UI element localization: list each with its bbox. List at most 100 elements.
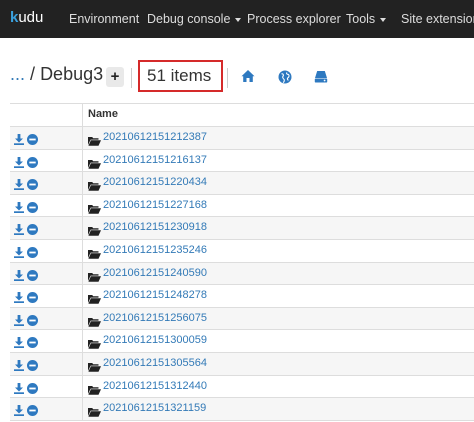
table-row: 20210612151212387 bbox=[10, 127, 474, 150]
column-divider bbox=[82, 149, 83, 173]
top-navbar: kudu Environment Debug console Process e… bbox=[0, 0, 474, 38]
download-icon[interactable] bbox=[14, 222, 24, 240]
column-divider bbox=[82, 398, 83, 421]
folder-open-icon bbox=[88, 156, 101, 174]
toolbar-divider bbox=[227, 68, 228, 88]
column-divider bbox=[82, 330, 83, 353]
remove-icon[interactable] bbox=[27, 177, 38, 195]
folder-name-link[interactable]: 20210612151300059 bbox=[103, 334, 207, 346]
download-icon[interactable] bbox=[14, 313, 24, 331]
table-row: 20210612151256075 bbox=[10, 307, 474, 331]
nav-site-extensions[interactable]: Site extensions bbox=[401, 0, 474, 38]
column-divider bbox=[82, 375, 83, 399]
home-icon[interactable] bbox=[241, 69, 255, 88]
table-row: 20210612151220434 bbox=[10, 172, 474, 195]
nav-debug-console[interactable]: Debug console bbox=[147, 0, 242, 38]
file-rows: 20210612151212387 20210612151216137 202106… bbox=[10, 127, 474, 421]
table-row: 20210612151321159 bbox=[10, 398, 474, 421]
folder-open-icon bbox=[88, 246, 101, 264]
folder-name-link[interactable]: 20210612151212387 bbox=[103, 131, 207, 143]
table-row: 20210612151227168 bbox=[10, 194, 474, 219]
folder-name-link[interactable]: 20210612151227168 bbox=[103, 199, 207, 211]
folder-open-icon bbox=[88, 133, 101, 151]
table-row: 20210612151216137 bbox=[10, 149, 474, 174]
table-row: 20210612151248278 bbox=[10, 285, 474, 308]
table-row: 20210612151300059 bbox=[10, 330, 474, 353]
kudu-logo[interactable]: kudu bbox=[10, 9, 43, 26]
download-icon[interactable] bbox=[14, 335, 24, 353]
globe-icon[interactable] bbox=[278, 70, 292, 89]
column-divider bbox=[82, 352, 83, 376]
table-row: 20210612151230918 bbox=[10, 217, 474, 240]
table-header: Name bbox=[10, 103, 474, 128]
item-count: 51 items bbox=[147, 66, 212, 85]
folder-name-link[interactable]: 20210612151240590 bbox=[103, 267, 207, 279]
table-row: 20210612151305564 bbox=[10, 352, 474, 377]
remove-icon[interactable] bbox=[27, 245, 38, 263]
column-divider bbox=[82, 262, 83, 286]
folder-name-link[interactable]: 20210612151305564 bbox=[103, 357, 207, 369]
download-icon[interactable] bbox=[14, 132, 24, 150]
remove-icon[interactable] bbox=[27, 268, 38, 286]
folder-open-icon bbox=[88, 201, 101, 219]
remove-icon[interactable] bbox=[27, 335, 38, 353]
remove-icon[interactable] bbox=[27, 381, 38, 399]
remove-icon[interactable] bbox=[27, 403, 38, 421]
download-icon[interactable] bbox=[14, 155, 24, 173]
remove-icon[interactable] bbox=[27, 290, 38, 308]
folder-open-icon bbox=[88, 291, 101, 309]
remove-icon[interactable] bbox=[27, 358, 38, 376]
column-divider bbox=[82, 127, 83, 150]
remove-icon[interactable] bbox=[27, 222, 38, 240]
nav-environment[interactable]: Environment bbox=[69, 0, 139, 38]
name-column-header[interactable]: Name bbox=[88, 108, 118, 120]
download-icon[interactable] bbox=[14, 177, 24, 195]
download-icon[interactable] bbox=[14, 200, 24, 218]
column-divider bbox=[82, 285, 83, 308]
folder-open-icon bbox=[88, 178, 101, 196]
folder-open-icon bbox=[88, 223, 101, 241]
download-icon[interactable] bbox=[14, 290, 24, 308]
folder-name-link[interactable]: 20210612151312440 bbox=[103, 380, 207, 392]
new-item-button[interactable]: + bbox=[106, 67, 124, 87]
remove-icon[interactable] bbox=[27, 132, 38, 150]
download-icon[interactable] bbox=[14, 403, 24, 421]
column-divider bbox=[82, 104, 83, 126]
table-row: 20210612151240590 bbox=[10, 262, 474, 287]
table-row: 20210612151312440 bbox=[10, 375, 474, 400]
nav-process-explorer[interactable]: Process explorer bbox=[247, 0, 341, 38]
folder-name-link[interactable]: 20210612151321159 bbox=[103, 402, 206, 414]
column-divider bbox=[82, 239, 83, 263]
folder-open-icon bbox=[88, 336, 101, 354]
folder-name-link[interactable]: 20210612151230918 bbox=[103, 221, 207, 233]
folder-name-link[interactable]: 20210612151248278 bbox=[103, 289, 207, 301]
folder-name-link[interactable]: 20210612151235246 bbox=[103, 244, 207, 256]
breadcrumb-current-folder: Debug3 bbox=[40, 64, 104, 84]
column-divider bbox=[82, 194, 83, 218]
nav-tools[interactable]: Tools bbox=[346, 0, 387, 38]
caret-down-icon bbox=[235, 17, 242, 22]
download-icon[interactable] bbox=[14, 381, 24, 399]
remove-icon[interactable] bbox=[27, 155, 38, 173]
folder-name-link[interactable]: 20210612151256075 bbox=[103, 312, 207, 324]
drive-icon[interactable] bbox=[314, 70, 328, 88]
table-row: 20210612151235246 bbox=[10, 239, 474, 264]
folder-open-icon bbox=[88, 359, 101, 377]
breadcrumb-parent-link[interactable]: ... bbox=[10, 64, 25, 84]
column-divider bbox=[82, 217, 83, 240]
remove-icon[interactable] bbox=[27, 313, 38, 331]
download-icon[interactable] bbox=[14, 358, 24, 376]
column-divider bbox=[82, 172, 83, 195]
folder-open-icon bbox=[88, 269, 101, 287]
column-divider bbox=[82, 307, 83, 331]
toolbar-divider bbox=[131, 68, 132, 88]
folder-open-icon bbox=[88, 404, 101, 422]
download-icon[interactable] bbox=[14, 268, 24, 286]
download-icon[interactable] bbox=[14, 245, 24, 263]
breadcrumb-separator: / bbox=[30, 64, 36, 84]
folder-name-link[interactable]: 20210612151220434 bbox=[103, 176, 207, 188]
folder-name-link[interactable]: 20210612151216137 bbox=[103, 154, 207, 166]
folder-open-icon bbox=[88, 382, 101, 400]
breadcrumb: ... / Debug3 bbox=[10, 64, 103, 85]
remove-icon[interactable] bbox=[27, 200, 38, 218]
